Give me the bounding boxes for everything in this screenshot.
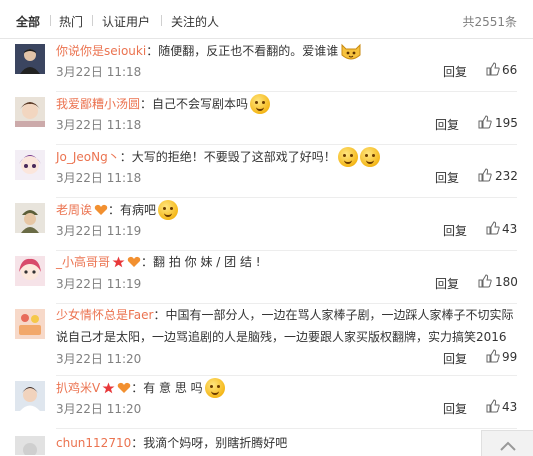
commenter-name[interactable]: 扒鸡米V: [56, 381, 100, 395]
like-count: 195: [495, 116, 518, 130]
user-avatar[interactable]: [15, 381, 45, 411]
like-icon[interactable]: [486, 62, 500, 76]
star-badge-icon: [102, 382, 115, 394]
commenter-name[interactable]: chun112710: [56, 436, 131, 450]
user-avatar[interactable]: [15, 436, 45, 455]
tab-all[interactable]: 全部: [16, 13, 40, 30]
comment-item: 我爱鄙糟小汤圆：自己不会写剧本吗 3月22日 11:18 回复 195: [0, 91, 533, 145]
comment-text: ：大写的拒绝！不要毁了这部戏了好吗！: [119, 150, 336, 164]
like-icon[interactable]: [478, 115, 492, 129]
commenter-name[interactable]: 老周诶: [56, 203, 92, 217]
comment-text-continued: 说自己才是太阳，一边骂追剧的人是脑残，一边要跟人家买版权翻牌，实力搞笑2016: [56, 330, 507, 344]
tab-separator: [92, 15, 93, 26]
commenter-name[interactable]: 你说你是seiouki: [56, 44, 146, 58]
smile-emoji-icon: [158, 200, 179, 220]
commenter-name[interactable]: 我爱鄙糟小汤圆: [56, 97, 140, 111]
comment-time: 3月22日 11:18: [56, 118, 142, 132]
tab-verified-users[interactable]: 认证用户: [102, 13, 150, 30]
member-badge-icon: [127, 256, 141, 267]
arrow-up-icon: [500, 441, 516, 451]
comment-time: 3月22日 11:20: [56, 402, 142, 416]
comment-text: ：随便翻，反正也不看翻的。爱谁谁: [146, 44, 339, 58]
smile-emoji-icon: [204, 378, 225, 398]
commenter-name[interactable]: Jo_JeoNg丶: [56, 150, 120, 164]
like-count: 180: [495, 275, 518, 289]
reply-button[interactable]: 回复: [443, 222, 467, 239]
user-avatar[interactable]: [15, 44, 45, 74]
like-count: 232: [495, 169, 518, 183]
reply-button[interactable]: 回复: [443, 350, 467, 367]
user-avatar[interactable]: [15, 309, 45, 339]
smile-emoji-icon: [337, 147, 358, 167]
comment-total-count: 共2551条: [462, 15, 517, 29]
tab-separator: [50, 15, 51, 26]
reply-button[interactable]: 回复: [443, 400, 467, 417]
like-count: 99: [502, 350, 518, 364]
comment-item: chun112710：我滴个妈呀，别瞎折腾好吧: [0, 428, 533, 455]
like-icon[interactable]: [486, 221, 500, 235]
like-count: 66: [502, 63, 518, 77]
star-badge-icon: [112, 256, 125, 268]
comment-time: 3月22日 11:19: [56, 224, 142, 238]
back-to-top-button[interactable]: [481, 430, 533, 456]
cat-emoji-icon: [341, 43, 361, 60]
comment-text: ：翻 拍 你 妹 / 团 结 !: [141, 255, 261, 269]
reply-button[interactable]: 回复: [443, 63, 467, 80]
comment-item: _小高哥哥 ：翻 拍 你 妹 / 团 结 ! 3月22日 11:19 回复 180: [0, 250, 533, 304]
like-icon[interactable]: [486, 349, 500, 363]
comment-text: ：中国有一部分人，一边在骂人家棒子剧，一边踩人家棒子不切实际: [153, 308, 514, 322]
reply-button[interactable]: 回复: [435, 116, 459, 133]
comment-item: 老周诶 ：有病吧 3月22日 11:19 回复 43: [0, 197, 533, 251]
user-avatar[interactable]: [15, 203, 45, 233]
comment-time: 3月22日 11:18: [56, 65, 142, 79]
smile-emoji-icon: [250, 94, 271, 114]
comment-filter-tabs: 全部 热门 认证用户 关注的人 共2551条: [0, 0, 533, 40]
smile-emoji-icon: [359, 147, 380, 167]
like-icon[interactable]: [486, 399, 500, 413]
like-icon[interactable]: [478, 168, 492, 182]
reply-button[interactable]: 回复: [435, 169, 459, 186]
user-avatar[interactable]: [15, 256, 45, 286]
user-avatar[interactable]: [15, 97, 45, 127]
tab-hot[interactable]: 热门: [59, 13, 83, 30]
comment-item: 少女情怀总是Faer：中国有一部分人，一边在骂人家棒子剧，一边踩人家棒子不切实际…: [0, 303, 533, 376]
member-badge-icon: [94, 204, 108, 215]
like-count: 43: [502, 222, 518, 236]
comment-item: Jo_JeoNg丶：大写的拒绝！不要毁了这部戏了好吗！ 3月22日 11:18 …: [0, 144, 533, 198]
user-avatar[interactable]: [15, 150, 45, 180]
comment-text: ：有 意 思 吗: [131, 381, 203, 395]
comment-time: 3月22日 11:18: [56, 171, 142, 185]
comment-time: 3月22日 11:20: [56, 352, 142, 366]
member-badge-icon: [117, 382, 131, 393]
tab-following[interactable]: 关注的人: [171, 13, 219, 30]
comment-text: ：我滴个妈呀，别瞎折腾好吧: [131, 436, 288, 450]
like-count: 43: [502, 400, 518, 414]
comment-item: 你说你是seiouki：随便翻，反正也不看翻的。爱谁谁 3月22日 11:18 …: [0, 38, 533, 92]
like-icon[interactable]: [478, 274, 492, 288]
tab-separator: [161, 15, 162, 26]
comment-text: ：有病吧: [108, 203, 157, 217]
comment-item: 扒鸡米V ：有 意 思 吗 3月22日 11:20 回复 43: [0, 375, 533, 429]
comment-text: ：自己不会写剧本吗: [140, 97, 249, 111]
commenter-name[interactable]: 少女情怀总是Faer: [56, 308, 153, 322]
commenter-name[interactable]: _小高哥哥: [56, 255, 110, 269]
comment-time: 3月22日 11:19: [56, 277, 142, 291]
reply-button[interactable]: 回复: [435, 275, 459, 292]
